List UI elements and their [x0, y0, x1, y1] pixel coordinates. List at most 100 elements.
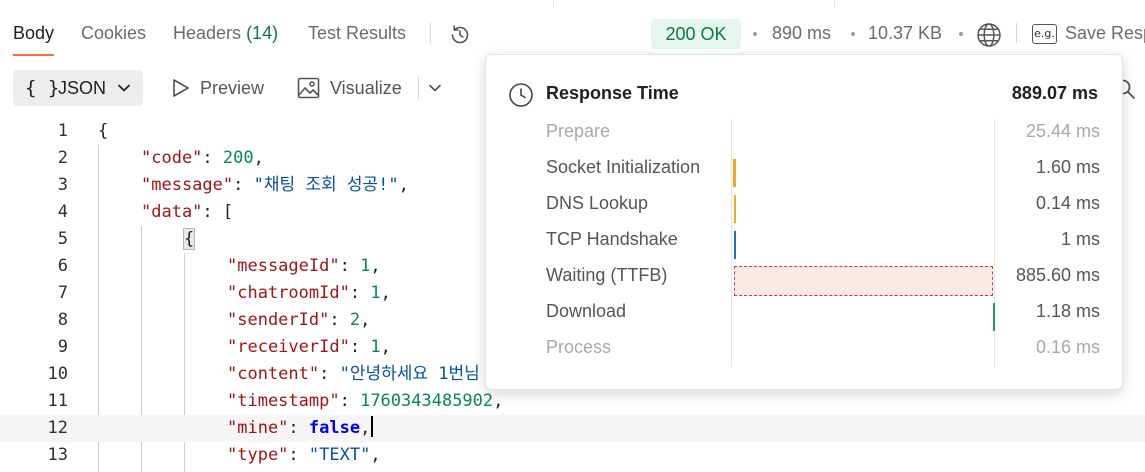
- json-braces-icon: { }: [25, 77, 60, 99]
- response-size[interactable]: 10.37 KB: [868, 8, 942, 58]
- code-text: "receiverId": 1,: [227, 337, 391, 357]
- image-icon: [297, 77, 320, 99]
- line-number: 10: [47, 364, 68, 384]
- format-label: JSON: [58, 78, 107, 98]
- code-text: "data": [: [141, 202, 234, 222]
- line-number: 5: [57, 229, 68, 249]
- json-number: 1: [360, 256, 371, 276]
- code-text: "chatroomId": 1,: [227, 283, 391, 303]
- code-text: {: [98, 118, 108, 145]
- line-number: 4: [57, 202, 68, 222]
- json-number: 2: [349, 310, 361, 330]
- tab-headers-label: Headers: [173, 23, 242, 43]
- code-line: 11 "timestamp": 1760343485902,: [0, 388, 1145, 415]
- line-number: 9: [57, 337, 68, 357]
- json-number: 1: [370, 337, 381, 357]
- tab-body[interactable]: Body: [13, 8, 55, 58]
- json-key: "message": [141, 175, 234, 195]
- chevron-down-icon[interactable]: [428, 81, 442, 95]
- history-icon[interactable]: [448, 23, 472, 47]
- chevron-down-icon: [118, 84, 130, 92]
- tab-test-results[interactable]: Test Results: [308, 8, 406, 58]
- text-caret: [371, 416, 374, 437]
- line-number: 3: [57, 175, 68, 195]
- json-string: "채팅 조회 성공!": [253, 175, 399, 195]
- headers-count: (14): [246, 23, 279, 43]
- line-number: 8: [57, 310, 68, 330]
- code-text: {: [182, 226, 196, 253]
- json-bracket: [: [222, 202, 234, 222]
- json-key: "data": [141, 202, 203, 222]
- code-text: "content": "안녕하세요 1번님: [227, 364, 480, 384]
- save-response-button[interactable]: Save Resp: [1065, 8, 1145, 58]
- json-key: "code": [141, 148, 203, 168]
- code-line-current: 12 "mine": false,: [0, 415, 1145, 442]
- tab-divider: [430, 23, 431, 43]
- phase-duration: 0.14 ms: [1035, 193, 1100, 213]
- tab-divider: [1016, 23, 1017, 43]
- globe-icon[interactable]: [976, 22, 1002, 48]
- response-tab-bar: Body Cookies Headers (14) Test Results 2…: [0, 8, 1145, 58]
- phase-name: DNS Lookup: [546, 193, 649, 213]
- phase-name: Prepare: [546, 121, 611, 141]
- timing-waterfall: [731, 119, 996, 367]
- json-key: "receiverId": [227, 337, 350, 357]
- preview-button[interactable]: Preview: [170, 70, 270, 106]
- response-time-popover: Response Time 889.07 ms Prepare 25.44 ms S…: [485, 54, 1123, 390]
- matched-brace: {: [182, 228, 196, 250]
- strip-divider: [553, 0, 554, 8]
- phase-duration: 25.44 ms: [1025, 121, 1100, 141]
- line-number: 12: [47, 418, 68, 438]
- phase-name: Waiting (TTFB): [546, 265, 668, 285]
- json-string: "안녕하세요 1번님: [339, 364, 480, 384]
- phase-duration: 885.60 ms: [1015, 265, 1100, 285]
- dot-separator: [851, 32, 855, 36]
- status-badge[interactable]: 200 OK: [651, 19, 741, 49]
- code-text: "mine": false,: [227, 415, 374, 442]
- timing-bar: [992, 303, 996, 331]
- line-number: 6: [57, 256, 68, 276]
- code-text: "timestamp": 1760343485902,: [227, 391, 504, 411]
- phase-name: Process: [546, 337, 612, 357]
- phase-name: TCP Handshake: [546, 229, 678, 249]
- timing-bar: [733, 159, 736, 187]
- visualize-label: Visualize: [330, 78, 402, 98]
- line-number: 11: [47, 391, 68, 411]
- json-string: "TEXT": [308, 445, 371, 465]
- save-example-icon[interactable]: e.g.: [1032, 24, 1057, 44]
- top-strip: [0, 0, 1145, 8]
- total-response-time: 889.07 ms: [1011, 83, 1098, 103]
- json-number: 1: [370, 283, 381, 303]
- timeline-start-line: [731, 119, 732, 367]
- phase-name: Socket Initialization: [546, 157, 701, 177]
- dot-separator: [753, 32, 757, 36]
- dot-separator: [959, 32, 963, 36]
- play-outline-icon: [173, 79, 189, 97]
- tab-cookies[interactable]: Cookies: [81, 8, 146, 58]
- line-number: 1: [57, 121, 68, 141]
- strip-divider: [834, 0, 835, 8]
- response-time[interactable]: 890 ms: [772, 8, 831, 58]
- preview-label: Preview: [200, 78, 265, 98]
- phase-duration: 0.16 ms: [1035, 337, 1100, 357]
- json-key: "senderId": [227, 310, 330, 330]
- json-key: "timestamp": [227, 391, 340, 411]
- timing-bar: [733, 195, 736, 223]
- json-key: "chatroomId": [227, 283, 350, 303]
- visualize-button[interactable]: Visualize: [297, 70, 409, 106]
- format-dropdown[interactable]: { } JSON: [13, 70, 143, 106]
- json-key: "content": [227, 364, 320, 384]
- code-text: "code": 200,: [141, 148, 264, 168]
- phase-duration: 1 ms: [1060, 229, 1100, 249]
- phase-duration: 1.18 ms: [1035, 301, 1100, 321]
- line-number: 7: [57, 283, 68, 303]
- tab-headers[interactable]: Headers (14): [173, 8, 278, 58]
- timing-bar: [733, 266, 993, 296]
- json-number: 200: [222, 148, 254, 168]
- json-key: "messageId": [227, 256, 340, 276]
- phase-name: Download: [546, 301, 627, 321]
- json-boolean: false: [308, 418, 361, 438]
- json-number: 1760343485902: [360, 391, 494, 411]
- code-text: "message": "채팅 조회 성공!",: [141, 175, 409, 195]
- code-line: 13 "type": "TEXT",: [0, 442, 1145, 469]
